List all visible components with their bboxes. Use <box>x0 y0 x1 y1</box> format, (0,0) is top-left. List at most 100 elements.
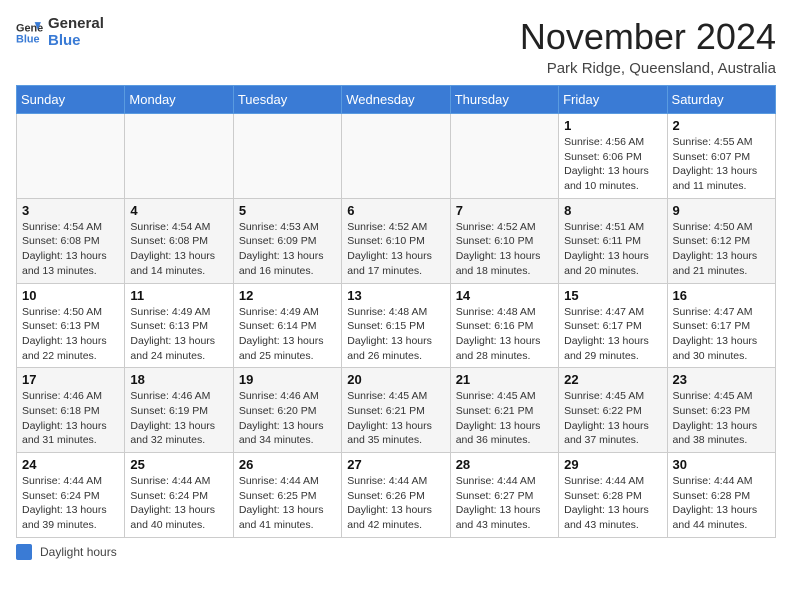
day-detail: Sunrise: 4:54 AM Sunset: 6:08 PM Dayligh… <box>22 220 119 279</box>
day-number: 27 <box>347 457 444 472</box>
calendar-cell <box>125 114 233 199</box>
day-number: 1 <box>564 118 661 133</box>
day-number: 20 <box>347 372 444 387</box>
legend: Daylight hours <box>16 544 776 560</box>
day-number: 14 <box>456 288 553 303</box>
calendar-cell <box>450 114 558 199</box>
day-detail: Sunrise: 4:49 AM Sunset: 6:13 PM Dayligh… <box>130 305 227 364</box>
day-detail: Sunrise: 4:44 AM Sunset: 6:25 PM Dayligh… <box>239 474 336 533</box>
legend-label: Daylight hours <box>40 545 117 559</box>
calendar-cell: 29Sunrise: 4:44 AM Sunset: 6:28 PM Dayli… <box>559 453 667 538</box>
day-number: 16 <box>673 288 770 303</box>
calendar-cell: 28 Sunrise: 4:44 AM Sunset: 6:27 PM Dayli… <box>450 453 558 538</box>
calendar-cell: 24 Sunrise: 4:44 AM Sunset: 6:24 PM Dayli… <box>17 453 125 538</box>
week-row-2: 3 Sunrise: 4:54 AM Sunset: 6:08 PM Daylig… <box>17 198 776 283</box>
day-detail: Sunrise: 4:45 AM Sunset: 6:21 PM Dayligh… <box>456 389 553 448</box>
day-detail: Sunrise: 4:45 AM Sunset: 6:21 PM Dayligh… <box>347 389 444 448</box>
day-number: 5 <box>239 203 336 218</box>
week-row-5: 24 Sunrise: 4:44 AM Sunset: 6:24 PM Dayli… <box>17 453 776 538</box>
calendar-cell: 8Sunrise: 4:51 AM Sunset: 6:11 PM Daylig… <box>559 198 667 283</box>
day-number: 18 <box>130 372 227 387</box>
day-number: 29 <box>564 457 661 472</box>
calendar-cell <box>233 114 341 199</box>
calendar-cell: 11Sunrise: 4:49 AM Sunset: 6:13 PM Dayli… <box>125 283 233 368</box>
day-detail: Sunrise: 4:50 AM Sunset: 6:12 PM Dayligh… <box>673 220 770 279</box>
day-number: 6 <box>347 203 444 218</box>
day-number: 7 <box>456 203 553 218</box>
title-area: November 2024 Park Ridge, Queensland, Au… <box>520 16 776 77</box>
calendar-cell: 3 Sunrise: 4:54 AM Sunset: 6:08 PM Daylig… <box>17 198 125 283</box>
calendar-cell: 19Sunrise: 4:46 AM Sunset: 6:20 PM Dayli… <box>233 368 341 453</box>
legend-color-box <box>16 544 32 560</box>
calendar-cell: 23 Sunrise: 4:45 AM Sunset: 6:23 PM Dayli… <box>667 368 775 453</box>
day-detail: Sunrise: 4:50 AM Sunset: 6:13 PM Dayligh… <box>22 305 119 364</box>
page-header: General Blue General Blue November 2024 … <box>16 16 776 77</box>
month-title: November 2024 <box>520 16 776 58</box>
day-detail: Sunrise: 4:46 AM Sunset: 6:18 PM Dayligh… <box>22 389 119 448</box>
day-detail: Sunrise: 4:48 AM Sunset: 6:16 PM Dayligh… <box>456 305 553 364</box>
day-detail: Sunrise: 4:52 AM Sunset: 6:10 PM Dayligh… <box>456 220 553 279</box>
location: Park Ridge, Queensland, Australia <box>520 60 776 77</box>
day-detail: Sunrise: 4:45 AM Sunset: 6:23 PM Dayligh… <box>673 389 770 448</box>
header-saturday: Saturday <box>667 86 775 114</box>
day-number: 10 <box>22 288 119 303</box>
week-row-4: 17Sunrise: 4:46 AM Sunset: 6:18 PM Dayli… <box>17 368 776 453</box>
day-number: 8 <box>564 203 661 218</box>
calendar-cell: 4Sunrise: 4:54 AM Sunset: 6:08 PM Daylig… <box>125 198 233 283</box>
calendar-table: SundayMondayTuesdayWednesdayThursdayFrid… <box>16 85 776 538</box>
calendar-cell: 26 Sunrise: 4:44 AM Sunset: 6:25 PM Dayli… <box>233 453 341 538</box>
calendar-cell: 16 Sunrise: 4:47 AM Sunset: 6:17 PM Dayli… <box>667 283 775 368</box>
day-number: 9 <box>673 203 770 218</box>
day-detail: Sunrise: 4:49 AM Sunset: 6:14 PM Dayligh… <box>239 305 336 364</box>
header-thursday: Thursday <box>450 86 558 114</box>
header-tuesday: Tuesday <box>233 86 341 114</box>
day-detail: Sunrise: 4:44 AM Sunset: 6:24 PM Dayligh… <box>130 474 227 533</box>
day-detail: Sunrise: 4:46 AM Sunset: 6:20 PM Dayligh… <box>239 389 336 448</box>
calendar-cell: 17Sunrise: 4:46 AM Sunset: 6:18 PM Dayli… <box>17 368 125 453</box>
calendar-cell: 22Sunrise: 4:45 AM Sunset: 6:22 PM Dayli… <box>559 368 667 453</box>
day-detail: Sunrise: 4:47 AM Sunset: 6:17 PM Dayligh… <box>673 305 770 364</box>
svg-text:Blue: Blue <box>16 33 40 45</box>
header-sunday: Sunday <box>17 86 125 114</box>
day-detail: Sunrise: 4:53 AM Sunset: 6:09 PM Dayligh… <box>239 220 336 279</box>
day-detail: Sunrise: 4:52 AM Sunset: 6:10 PM Dayligh… <box>347 220 444 279</box>
logo: General Blue General Blue <box>16 16 104 49</box>
day-detail: Sunrise: 4:56 AM Sunset: 6:06 PM Dayligh… <box>564 135 661 194</box>
calendar-cell: 1 Sunrise: 4:56 AM Sunset: 6:06 PM Daylig… <box>559 114 667 199</box>
day-detail: Sunrise: 4:48 AM Sunset: 6:15 PM Dayligh… <box>347 305 444 364</box>
calendar-cell: 13Sunrise: 4:48 AM Sunset: 6:15 PM Dayli… <box>342 283 450 368</box>
day-number: 26 <box>239 457 336 472</box>
day-number: 22 <box>564 372 661 387</box>
calendar-cell: 9 Sunrise: 4:50 AM Sunset: 6:12 PM Daylig… <box>667 198 775 283</box>
calendar-cell <box>342 114 450 199</box>
logo-icon: General Blue <box>16 19 44 47</box>
calendar-cell: 18Sunrise: 4:46 AM Sunset: 6:19 PM Dayli… <box>125 368 233 453</box>
calendar-cell: 21Sunrise: 4:45 AM Sunset: 6:21 PM Dayli… <box>450 368 558 453</box>
calendar-cell: 7 Sunrise: 4:52 AM Sunset: 6:10 PM Daylig… <box>450 198 558 283</box>
calendar-cell: 6 Sunrise: 4:52 AM Sunset: 6:10 PM Daylig… <box>342 198 450 283</box>
logo-text: General Blue <box>48 16 104 49</box>
calendar-cell: 5 Sunrise: 4:53 AM Sunset: 6:09 PM Daylig… <box>233 198 341 283</box>
day-number: 15 <box>564 288 661 303</box>
day-number: 25 <box>130 457 227 472</box>
calendar-cell: 14 Sunrise: 4:48 AM Sunset: 6:16 PM Dayli… <box>450 283 558 368</box>
calendar-cell: 2Sunrise: 4:55 AM Sunset: 6:07 PM Daylig… <box>667 114 775 199</box>
week-row-3: 10 Sunrise: 4:50 AM Sunset: 6:13 PM Dayli… <box>17 283 776 368</box>
day-detail: Sunrise: 4:55 AM Sunset: 6:07 PM Dayligh… <box>673 135 770 194</box>
day-number: 23 <box>673 372 770 387</box>
day-number: 3 <box>22 203 119 218</box>
day-number: 30 <box>673 457 770 472</box>
week-row-1: 1 Sunrise: 4:56 AM Sunset: 6:06 PM Daylig… <box>17 114 776 199</box>
day-number: 4 <box>130 203 227 218</box>
calendar-cell: 15Sunrise: 4:47 AM Sunset: 6:17 PM Dayli… <box>559 283 667 368</box>
calendar-cell <box>17 114 125 199</box>
calendar-cell: 25 Sunrise: 4:44 AM Sunset: 6:24 PM Dayli… <box>125 453 233 538</box>
day-number: 24 <box>22 457 119 472</box>
day-number: 28 <box>456 457 553 472</box>
day-detail: Sunrise: 4:44 AM Sunset: 6:24 PM Dayligh… <box>22 474 119 533</box>
calendar-cell: 12 Sunrise: 4:49 AM Sunset: 6:14 PM Dayli… <box>233 283 341 368</box>
day-detail: Sunrise: 4:44 AM Sunset: 6:27 PM Dayligh… <box>456 474 553 533</box>
day-detail: Sunrise: 4:44 AM Sunset: 6:26 PM Dayligh… <box>347 474 444 533</box>
calendar-header-row: SundayMondayTuesdayWednesdayThursdayFrid… <box>17 86 776 114</box>
day-number: 12 <box>239 288 336 303</box>
